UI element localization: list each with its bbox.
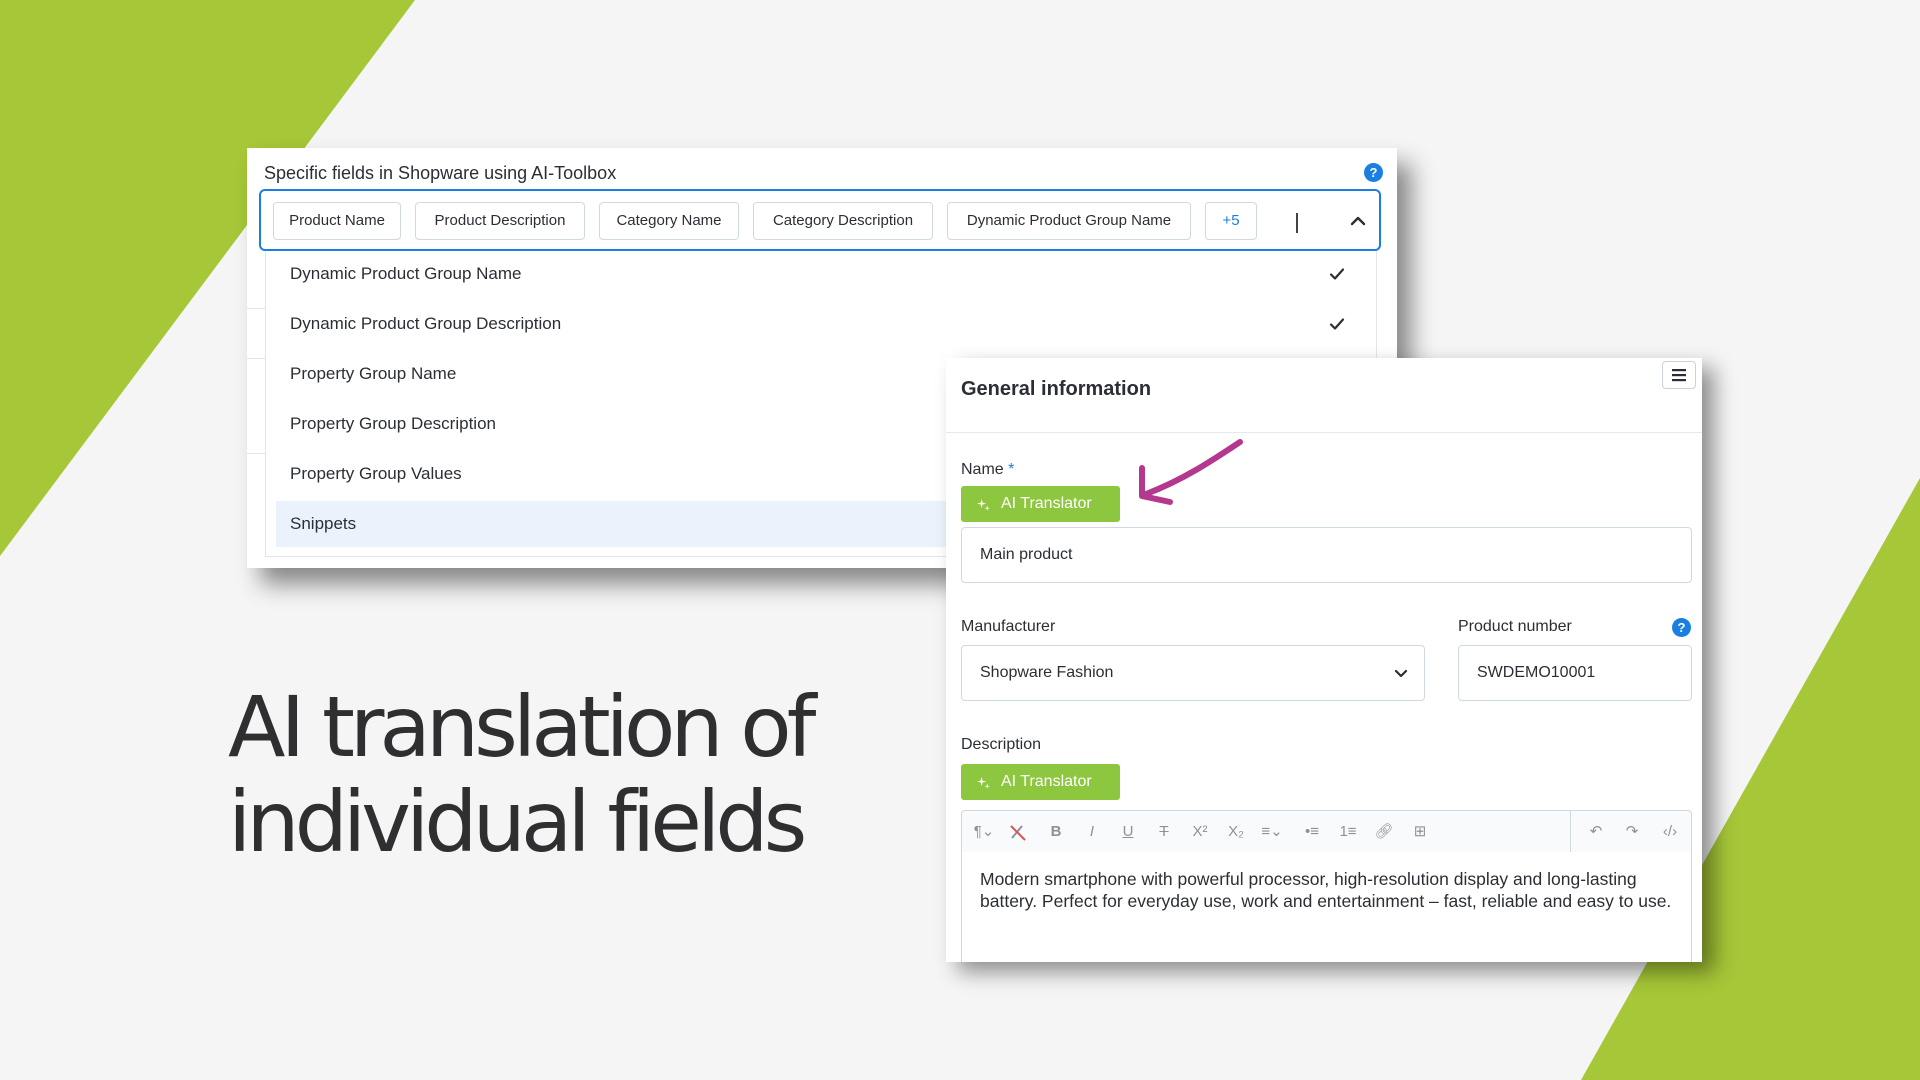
chip-product-description[interactable]: Product Description — [415, 202, 585, 240]
name-label: Name * — [961, 461, 1014, 479]
arrow-annotation — [1139, 439, 1243, 505]
headline: AI translation of individual fields — [228, 678, 816, 871]
option-label: Property Group Values — [290, 464, 462, 483]
name-input[interactable]: Main product — [961, 527, 1692, 583]
option-label: Dynamic Product Group Name — [290, 264, 522, 283]
manufacturer-value: Shopware Fashion — [980, 664, 1114, 681]
code-view-icon[interactable]: ‹/› — [1658, 819, 1682, 845]
redo-icon[interactable]: ↷ — [1620, 819, 1644, 845]
chip-dynamic-product-group-name[interactable]: Dynamic Product Group Name — [947, 202, 1191, 240]
chip-category-description[interactable]: Category Description — [753, 202, 933, 240]
divider — [247, 453, 265, 454]
hamburger-icon — [1672, 369, 1686, 382]
chip-category-name[interactable]: Category Name — [599, 202, 739, 240]
field-multiselect[interactable]: Product Name Product Description Categor… — [259, 189, 1381, 251]
divider — [247, 308, 265, 309]
menu-button[interactable] — [1662, 361, 1696, 389]
numbered-list-icon[interactable]: 1≡ — [1336, 819, 1360, 845]
option-label: Property Group Name — [290, 364, 457, 383]
superscript-icon[interactable]: X² — [1188, 819, 1212, 845]
description-editor[interactable]: Modern smartphone with powerful processo… — [961, 852, 1692, 962]
product-number-value: SWDEMO10001 — [1477, 664, 1596, 681]
required-mark: * — [1008, 461, 1015, 478]
product-number-input[interactable]: SWDEMO10001 — [1458, 645, 1692, 701]
option-label: Property Group Description — [290, 414, 496, 433]
bold-icon[interactable]: B — [1044, 819, 1068, 845]
editor-toolbar: ¶⌄ B I U T X² X₂ ≡⌄ •≡ 1≡ 🔗︎ ⊞ ↶ ↷ ‹/› — [961, 810, 1692, 853]
toolbar-separator — [1570, 811, 1571, 852]
chip-more-count[interactable]: +5 — [1205, 202, 1257, 240]
panel-title: General information — [961, 378, 1152, 400]
divider — [946, 432, 1702, 433]
italic-icon[interactable]: I — [1080, 819, 1104, 845]
sparkle-icon — [977, 498, 990, 511]
bullet-list-icon[interactable]: •≡ — [1300, 819, 1324, 845]
chip-product-name[interactable]: Product Name — [273, 202, 401, 240]
option-dynamic-product-group-description[interactable]: Dynamic Product Group Description — [266, 301, 1378, 347]
link-icon[interactable]: 🔗︎ — [1372, 819, 1396, 845]
ai-translator-label: AI Translator — [1001, 773, 1092, 790]
field-select-label: Specific fields in Shopware using AI-Too… — [264, 163, 617, 183]
name-label-text: Name — [961, 461, 1004, 478]
table-icon[interactable]: ⊞ — [1408, 819, 1432, 845]
ai-translator-button[interactable]: AI Translator — [961, 486, 1120, 522]
general-information-panel: General information Name * AI Translator… — [946, 358, 1702, 962]
option-label: Snippets — [290, 514, 357, 533]
check-icon — [1329, 318, 1345, 330]
chevron-down-icon — [1394, 669, 1408, 678]
manufacturer-select[interactable]: Shopware Fashion — [961, 645, 1425, 701]
headline-line-1: AI translation of — [228, 678, 816, 776]
manufacturer-label: Manufacturer — [961, 618, 1056, 635]
option-dynamic-product-group-name[interactable]: Dynamic Product Group Name — [266, 251, 1378, 297]
description-ai-translator-button[interactable]: AI Translator — [961, 764, 1120, 800]
align-icon[interactable]: ≡⌄ — [1260, 819, 1284, 845]
chevron-up-icon[interactable] — [1346, 209, 1370, 233]
headline-line-2: individual fields — [228, 773, 807, 871]
help-icon[interactable]: ? — [1672, 618, 1691, 637]
clear-format-icon[interactable] — [1006, 819, 1030, 845]
option-label: Dynamic Product Group Description — [290, 314, 562, 333]
ai-translator-label: AI Translator — [1001, 495, 1092, 512]
underline-icon[interactable]: U — [1116, 819, 1140, 845]
description-text: Modern smartphone with powerful processo… — [980, 869, 1672, 911]
name-input-value: Main product — [980, 546, 1073, 563]
strikethrough-icon[interactable]: T — [1152, 819, 1176, 845]
paragraph-format-icon[interactable]: ¶⌄ — [972, 819, 996, 845]
description-label: Description — [961, 736, 1042, 753]
check-icon — [1329, 268, 1345, 280]
subscript-icon[interactable]: X₂ — [1224, 819, 1248, 845]
help-icon[interactable]: ? — [1364, 163, 1383, 182]
undo-icon[interactable]: ↶ — [1584, 819, 1608, 845]
text-caret — [1296, 213, 1298, 233]
product-number-label: Product number — [1458, 618, 1572, 635]
divider — [247, 358, 265, 359]
sparkle-icon — [977, 776, 990, 789]
